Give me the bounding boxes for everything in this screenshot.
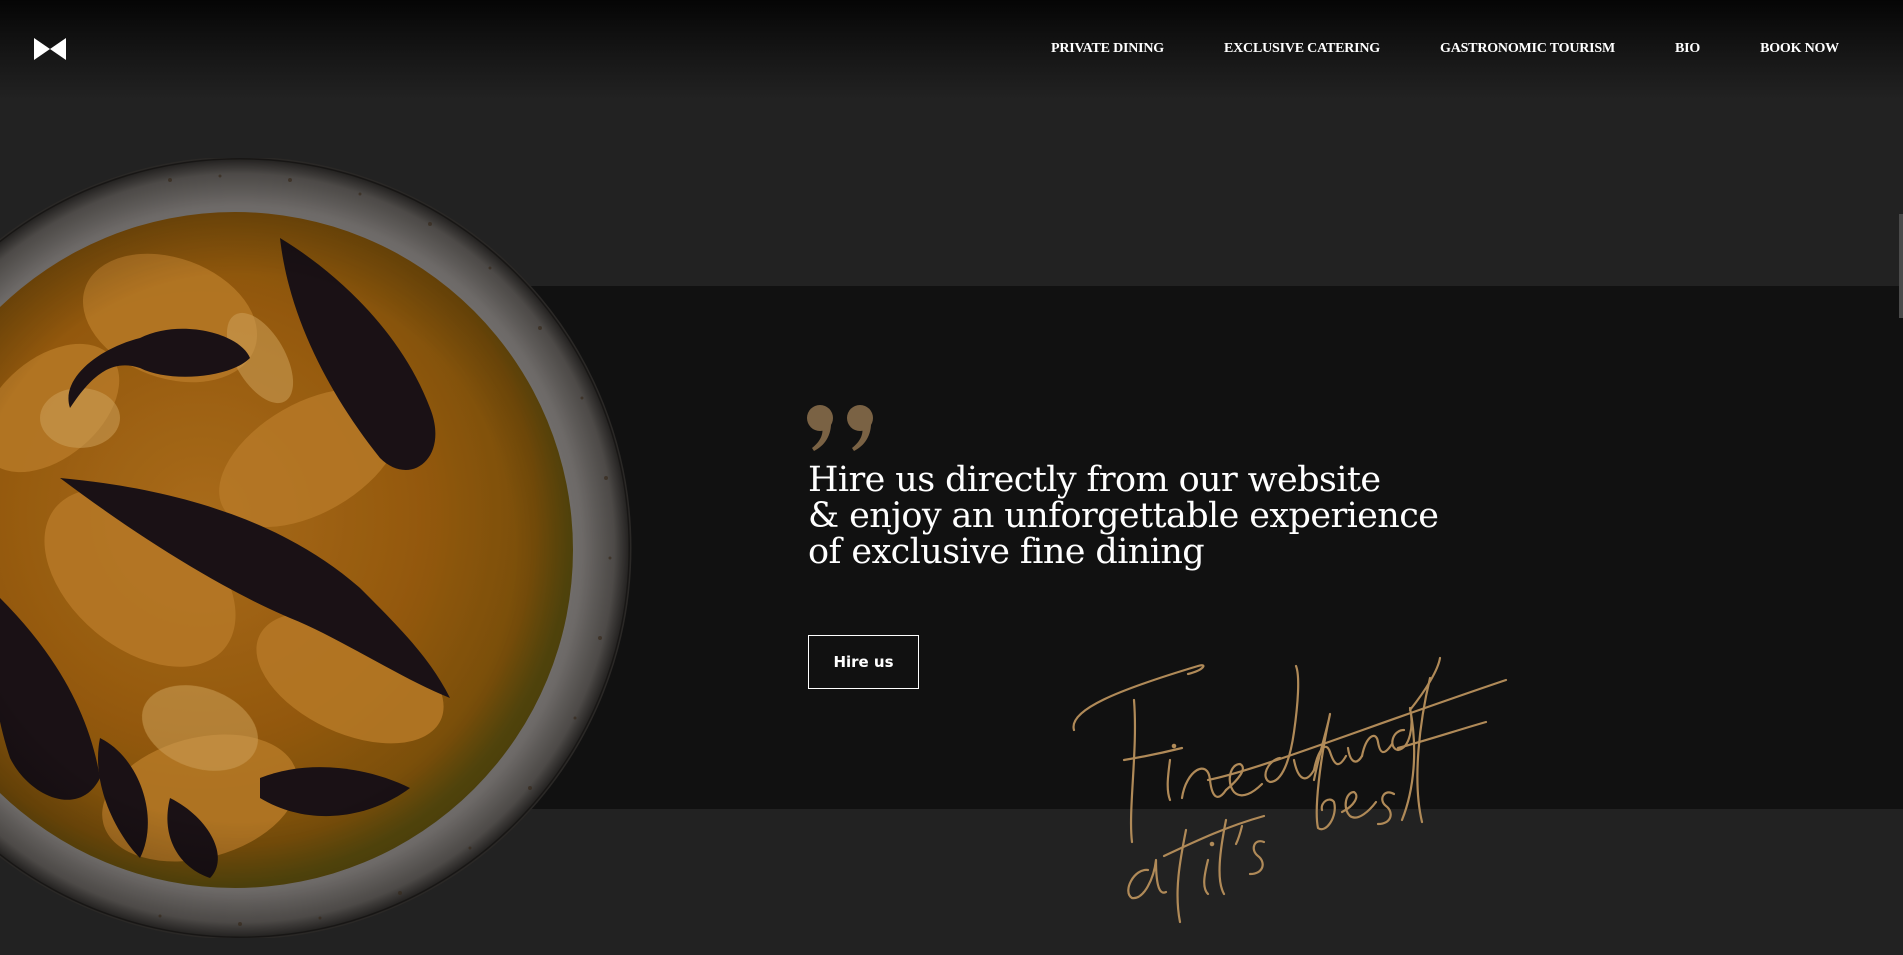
nav-item-gastronomic-tourism[interactable]: GASTRONOMIC TOURISM (1440, 40, 1615, 58)
headline-line: Hire us directly from our website (808, 460, 1381, 500)
page: PRIVATE DINING EXCLUSIVE CATERING GASTRO… (0, 0, 1903, 955)
bowtie-logo-icon[interactable] (34, 38, 66, 60)
hire-us-button[interactable]: Hire us (808, 635, 919, 689)
main-nav: PRIVATE DINING EXCLUSIVE CATERING GASTRO… (991, 40, 1839, 58)
nav-item-bio[interactable]: BIO (1675, 40, 1700, 58)
fine-dining-script-lettering (1072, 656, 1508, 924)
nav-item-private-dining[interactable]: PRIVATE DINING (1051, 40, 1164, 58)
nav-item-exclusive-catering[interactable]: EXCLUSIVE CATERING (1224, 40, 1380, 58)
dish-plate-image (0, 158, 632, 938)
headline-line: & enjoy an unforgettable experience (808, 496, 1439, 536)
headline-line: of exclusive fine dining (808, 532, 1205, 572)
hero-headline: Hire us directly from our website & enjo… (808, 462, 1448, 570)
scrollbar-thumb[interactable] (1899, 214, 1903, 318)
quote-mark-icon (807, 405, 873, 451)
nav-item-book-now[interactable]: BOOK NOW (1760, 40, 1839, 58)
